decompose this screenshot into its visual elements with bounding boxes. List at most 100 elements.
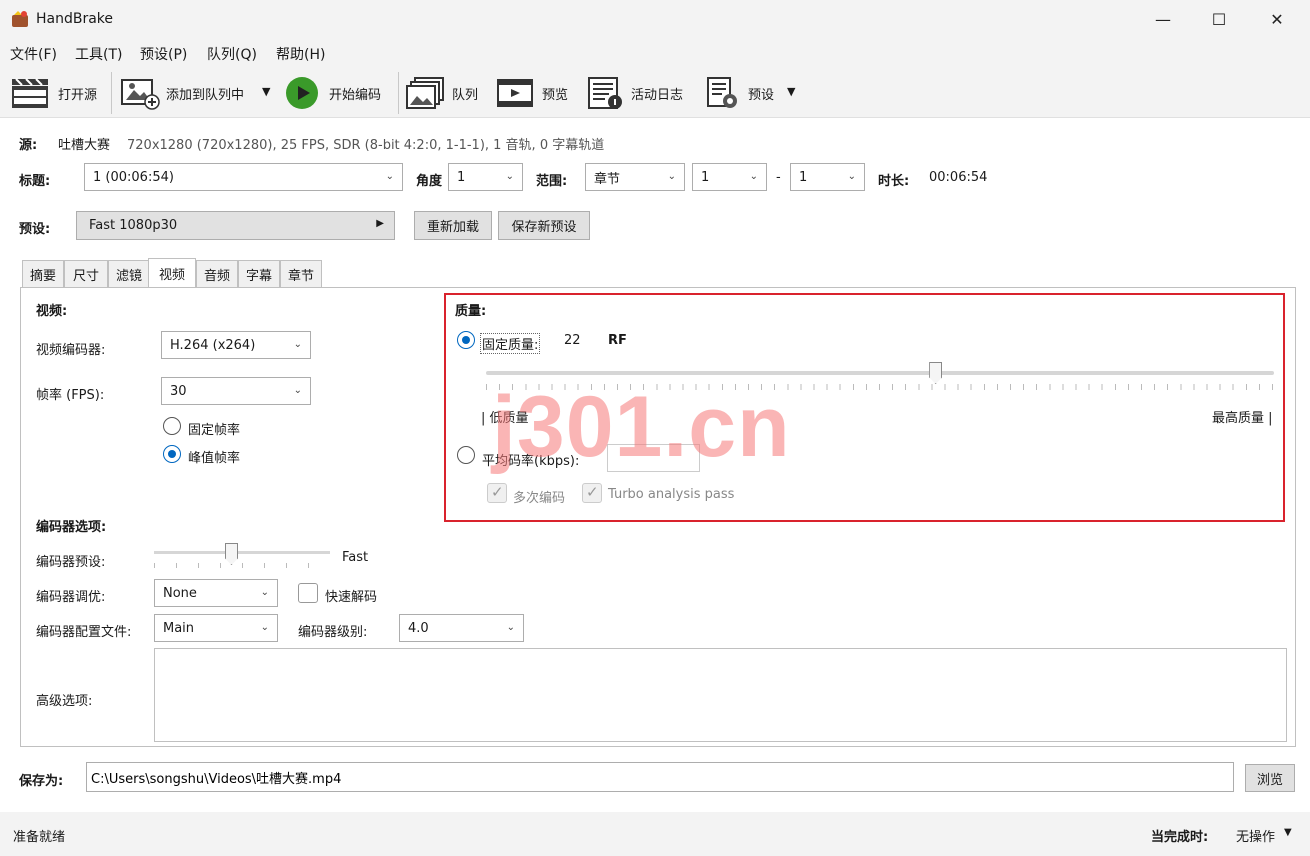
- encoder-preset-value: Fast: [342, 550, 369, 565]
- activity-log-button[interactable]: 活动日志: [631, 84, 683, 103]
- tab-filters[interactable]: 滤镜: [108, 260, 150, 287]
- chevron-down-icon: ⌄: [749, 171, 758, 182]
- encoder-profile-select[interactable]: Main ⌄: [154, 614, 278, 642]
- encoder-level-select[interactable]: 4.0 ⌄: [399, 614, 524, 642]
- preset-selector[interactable]: Fast 1080p30 ▶: [76, 211, 395, 240]
- tab-subtitles[interactable]: 字幕: [238, 260, 280, 287]
- check-icon: ✓: [586, 483, 599, 501]
- advanced-options-label: 高级选项:: [36, 694, 93, 709]
- video-encoder-label: 视频编码器:: [36, 343, 106, 358]
- menu-help[interactable]: 帮助(H): [276, 44, 325, 64]
- fps-value: 30: [170, 383, 187, 399]
- duration-value: 00:06:54: [929, 170, 988, 185]
- video-encoder-select[interactable]: H.264 (x264) ⌄: [161, 331, 311, 359]
- quality-section-title: 质量:: [455, 304, 487, 319]
- chevron-down-icon[interactable]: ▼: [787, 85, 795, 98]
- chevron-down-icon[interactable]: ▼: [1284, 827, 1292, 838]
- fps-select[interactable]: 30 ⌄: [161, 377, 311, 405]
- range-type-select[interactable]: 章节 ⌄: [585, 163, 685, 191]
- constant-quality-radio[interactable]: [457, 331, 475, 349]
- save-path-input[interactable]: [86, 762, 1234, 792]
- encoder-tune-label: 编码器调优:: [36, 590, 106, 605]
- title-bar: HandBrake — ☐ ✕: [0, 0, 1310, 38]
- encoder-profile-value: Main: [163, 620, 195, 636]
- open-source-button[interactable]: 打开源: [58, 84, 97, 103]
- tab-dimensions[interactable]: 尺寸: [64, 260, 108, 287]
- chevron-down-icon: ⌄: [667, 171, 676, 182]
- video-encoder-value: H.264 (x264): [170, 337, 256, 353]
- menu-presets[interactable]: 预设(P): [140, 44, 187, 64]
- menu-file[interactable]: 文件(F): [10, 44, 57, 64]
- chevron-right-icon: ▶: [376, 218, 384, 229]
- peak-framerate-label: 峰值帧率: [188, 451, 241, 466]
- angle-value: 1: [457, 169, 466, 185]
- encoder-preset-label: 编码器预设:: [36, 555, 106, 570]
- add-to-queue-button[interactable]: 添加到队列中: [166, 84, 244, 103]
- queue-icon[interactable]: [405, 76, 445, 110]
- menu-bar: [0, 38, 1310, 68]
- reload-preset-button[interactable]: 重新加载: [414, 211, 492, 240]
- range-start-value: 1: [701, 169, 710, 185]
- range-start-select[interactable]: 1 ⌄: [692, 163, 767, 191]
- tab-summary[interactable]: 摘要: [22, 260, 64, 287]
- range-end-select[interactable]: 1 ⌄: [790, 163, 865, 191]
- on-done-select[interactable]: 无操作: [1236, 826, 1275, 845]
- encoder-profile-label: 编码器配置文件:: [36, 625, 132, 640]
- turbo-checkbox[interactable]: ✓: [582, 483, 602, 503]
- fast-decode-label: 快速解码: [325, 590, 378, 605]
- tab-video[interactable]: 视频: [148, 258, 196, 288]
- constant-framerate-radio[interactable]: [163, 417, 181, 435]
- minimize-button[interactable]: —: [1134, 0, 1192, 38]
- encoder-level-label: 编码器级别:: [298, 625, 368, 640]
- menu-tools[interactable]: 工具(T): [75, 44, 122, 64]
- multipass-checkbox[interactable]: ✓: [487, 483, 507, 503]
- presets-button[interactable]: 预设: [748, 84, 774, 103]
- presets-icon[interactable]: [706, 76, 740, 110]
- fast-decode-checkbox[interactable]: [298, 583, 318, 603]
- chevron-down-icon[interactable]: ▼: [262, 85, 270, 98]
- save-new-preset-button[interactable]: 保存新预设: [498, 211, 590, 240]
- check-icon: ✓: [491, 483, 504, 501]
- encoder-level-value: 4.0: [408, 620, 429, 636]
- encoder-tune-select[interactable]: None ⌄: [154, 579, 278, 607]
- encoder-tune-value: None: [163, 585, 197, 601]
- quality-slider-track[interactable]: [486, 371, 1274, 375]
- chevron-down-icon: ⌄: [385, 171, 394, 182]
- handbrake-logo-icon: [12, 11, 28, 27]
- chevron-down-icon: ⌄: [293, 339, 302, 350]
- tab-audio[interactable]: 音频: [196, 260, 238, 287]
- on-done-label: 当完成时:: [1151, 830, 1209, 845]
- menu-queue[interactable]: 队列(Q): [207, 44, 257, 64]
- fps-label: 帧率 (FPS):: [36, 388, 105, 403]
- source-label: 源:: [19, 138, 38, 153]
- encoder-options-title: 编码器选项:: [36, 520, 107, 535]
- angle-label: 角度: [416, 174, 443, 189]
- angle-select[interactable]: 1 ⌄: [448, 163, 523, 191]
- avg-bitrate-radio[interactable]: [457, 446, 475, 464]
- title-select[interactable]: 1 (00:06:54) ⌄: [84, 163, 403, 191]
- constant-quality-label: 固定质量:: [480, 333, 541, 354]
- window-title: HandBrake: [36, 11, 114, 27]
- source-name: 吐槽大赛: [58, 138, 111, 153]
- add-to-queue-icon[interactable]: [120, 76, 160, 110]
- queue-button[interactable]: 队列: [452, 84, 478, 103]
- status-bar: [0, 812, 1310, 856]
- chevron-down-icon: ⌄: [260, 587, 269, 598]
- preview-icon[interactable]: [496, 76, 534, 110]
- start-encode-button[interactable]: 开始编码: [329, 84, 381, 103]
- chevron-down-icon: ⌄: [506, 622, 515, 633]
- activity-log-icon[interactable]: [587, 76, 623, 110]
- duration-label: 时长:: [878, 174, 910, 189]
- preview-button[interactable]: 预览: [542, 84, 568, 103]
- browse-button[interactable]: 浏览: [1245, 764, 1295, 792]
- clapperboard-icon[interactable]: [10, 76, 50, 110]
- close-button[interactable]: ✕: [1248, 0, 1306, 38]
- peak-framerate-radio[interactable]: [163, 445, 181, 463]
- range-end-value: 1: [799, 169, 808, 185]
- encoder-preset-slider-track[interactable]: [154, 551, 330, 554]
- maximize-button[interactable]: ☐: [1190, 0, 1248, 38]
- advanced-options-textarea[interactable]: [154, 648, 1287, 742]
- play-icon[interactable]: [285, 76, 319, 110]
- encoder-preset-slider-ticks: [154, 563, 330, 568]
- tab-chapters[interactable]: 章节: [280, 260, 322, 287]
